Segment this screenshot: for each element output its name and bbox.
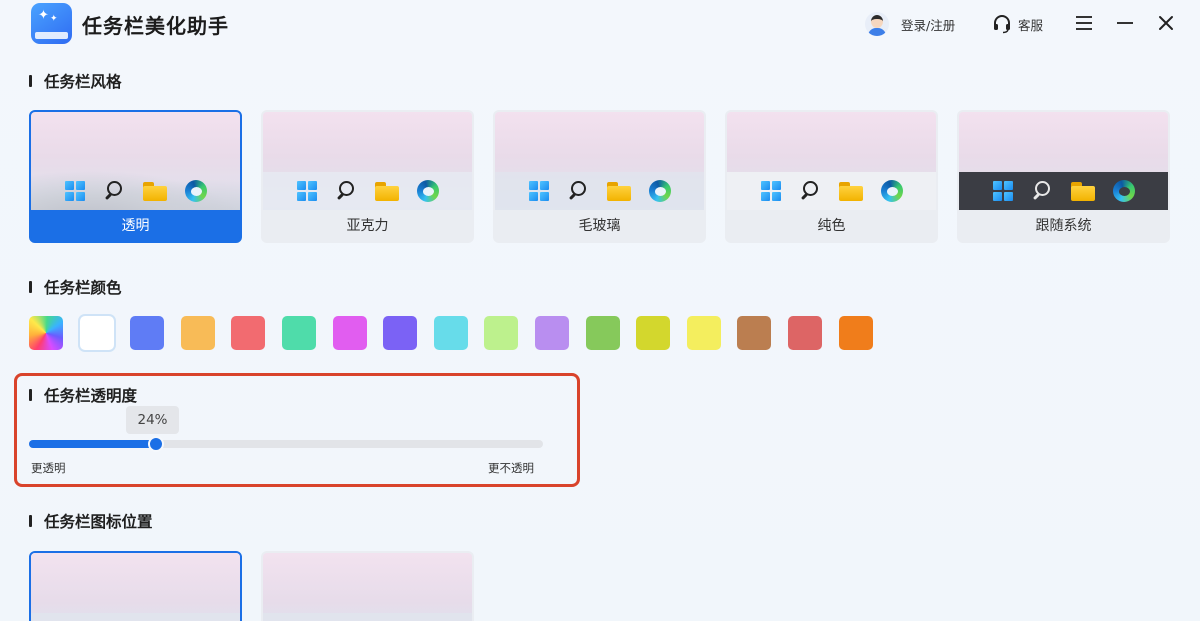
search-icon xyxy=(799,180,821,202)
color-swatch[interactable] xyxy=(332,316,367,350)
folder-icon xyxy=(374,181,399,201)
search-icon xyxy=(1031,180,1053,202)
color-swatch[interactable] xyxy=(180,316,215,350)
style-preview xyxy=(495,112,704,210)
windows-start-icon xyxy=(992,181,1013,201)
taskbar-preview xyxy=(727,172,936,210)
taskbar-preview xyxy=(31,172,240,210)
app-logo-icon: ✦ ✦ xyxy=(31,3,72,44)
edge-browser-icon xyxy=(184,180,207,202)
section-title-style: 任务栏风格 xyxy=(29,70,122,92)
taskbar-preview xyxy=(959,172,1168,210)
section-title-icon-position: 任务栏图标位置 xyxy=(29,510,153,532)
search-icon xyxy=(567,180,589,202)
section-title-opacity: 任务栏透明度 xyxy=(29,384,137,406)
opacity-slider-fill xyxy=(29,440,156,448)
color-swatch[interactable] xyxy=(585,316,620,350)
opacity-min-label: 更透明 xyxy=(31,461,66,475)
style-card-label: 毛玻璃 xyxy=(578,217,621,234)
windows-start-icon xyxy=(296,181,317,201)
color-swatch[interactable] xyxy=(383,316,418,350)
folder-icon xyxy=(1070,181,1095,201)
customer-service-button[interactable]: 客服 xyxy=(992,10,1043,38)
headset-icon xyxy=(994,15,1010,34)
color-swatch[interactable] xyxy=(79,316,114,350)
color-swatch-custom[interactable] xyxy=(29,316,63,350)
opacity-slider-thumb[interactable] xyxy=(148,436,164,452)
folder-icon xyxy=(142,181,167,201)
color-swatch[interactable] xyxy=(788,316,822,350)
edge-browser-icon xyxy=(1112,180,1135,202)
style-preview xyxy=(263,112,472,210)
style-preview xyxy=(31,112,240,210)
color-swatch[interactable] xyxy=(686,316,721,350)
edge-browser-icon xyxy=(648,180,671,202)
color-swatch[interactable] xyxy=(535,316,569,350)
color-swatch[interactable] xyxy=(636,316,671,350)
opacity-slider[interactable] xyxy=(29,436,543,452)
style-preview xyxy=(959,112,1168,210)
edge-browser-icon xyxy=(416,180,439,202)
search-icon xyxy=(103,180,125,202)
app-title: 任务栏美化助手 xyxy=(82,14,229,38)
style-card-follow-system[interactable]: 跟随系统 xyxy=(957,110,1170,243)
style-card-label: 透明 xyxy=(121,217,150,234)
title-bar: ✦ ✦ 任务栏美化助手 登录/注册 客服 xyxy=(0,0,1200,52)
windows-start-icon xyxy=(64,181,85,201)
login-register-label: 登录/注册 xyxy=(901,17,956,33)
style-card-label: 亚克力 xyxy=(346,217,389,234)
search-icon xyxy=(335,180,357,202)
taskbar-preview xyxy=(263,172,472,210)
color-swatch[interactable] xyxy=(838,316,873,350)
windows-start-icon xyxy=(760,181,781,201)
style-card-label: 纯色 xyxy=(817,217,846,234)
icon-position-card-left[interactable] xyxy=(29,551,242,621)
opacity-max-label: 更不透明 xyxy=(488,461,534,475)
avatar-icon xyxy=(865,12,889,36)
customer-service-label: 客服 xyxy=(1018,17,1044,33)
opacity-value-tooltip: 24% xyxy=(126,406,179,434)
windows-start-icon xyxy=(528,181,549,201)
color-swatch[interactable] xyxy=(433,316,468,350)
style-card-frosted-glass[interactable]: 毛玻璃 xyxy=(493,110,706,243)
folder-icon xyxy=(606,181,631,201)
color-swatch[interactable] xyxy=(484,316,519,350)
close-icon[interactable] xyxy=(1155,12,1177,34)
color-swatch[interactable] xyxy=(282,316,316,350)
style-card-label: 跟随系统 xyxy=(1035,217,1092,234)
color-swatch[interactable] xyxy=(231,316,266,350)
style-preview xyxy=(727,112,936,210)
edge-browser-icon xyxy=(880,180,903,202)
taskbar-preview xyxy=(495,172,704,210)
color-swatch[interactable] xyxy=(737,316,772,350)
style-card-acrylic[interactable]: 亚克力 xyxy=(261,110,474,243)
color-swatch[interactable] xyxy=(130,316,165,350)
icon-position-card-center[interactable] xyxy=(261,551,474,621)
folder-icon xyxy=(838,181,863,201)
style-card-solid-color[interactable]: 纯色 xyxy=(725,110,938,243)
minimize-icon[interactable] xyxy=(1114,12,1136,34)
style-card-transparent[interactable]: 透明 xyxy=(29,110,242,243)
menu-icon[interactable] xyxy=(1073,12,1095,34)
section-title-color: 任务栏颜色 xyxy=(29,276,122,298)
login-register-button[interactable]: 登录/注册 xyxy=(865,10,955,38)
